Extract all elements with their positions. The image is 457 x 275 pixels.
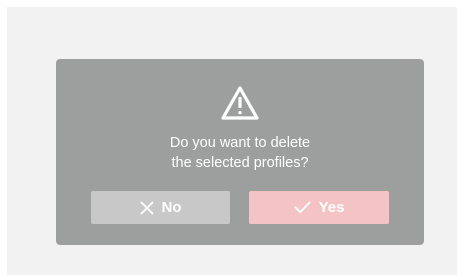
close-icon [140, 201, 153, 214]
confirm-delete-dialog: Do you want to delete the selected profi… [56, 59, 424, 245]
no-button-label: No [161, 199, 182, 216]
screen-background: Do you want to delete the selected profi… [7, 7, 457, 275]
warning-icon [221, 86, 259, 120]
no-button[interactable]: No [91, 191, 230, 224]
dialog-message-line1: Do you want to delete [169, 135, 311, 151]
check-icon [294, 201, 310, 214]
dialog-message: Do you want to delete the selected profi… [56, 133, 424, 173]
yes-button[interactable]: Yes [249, 191, 389, 224]
dialog-message-line2: the selected profiles? [171, 155, 309, 171]
yes-button-label: Yes [318, 199, 345, 216]
